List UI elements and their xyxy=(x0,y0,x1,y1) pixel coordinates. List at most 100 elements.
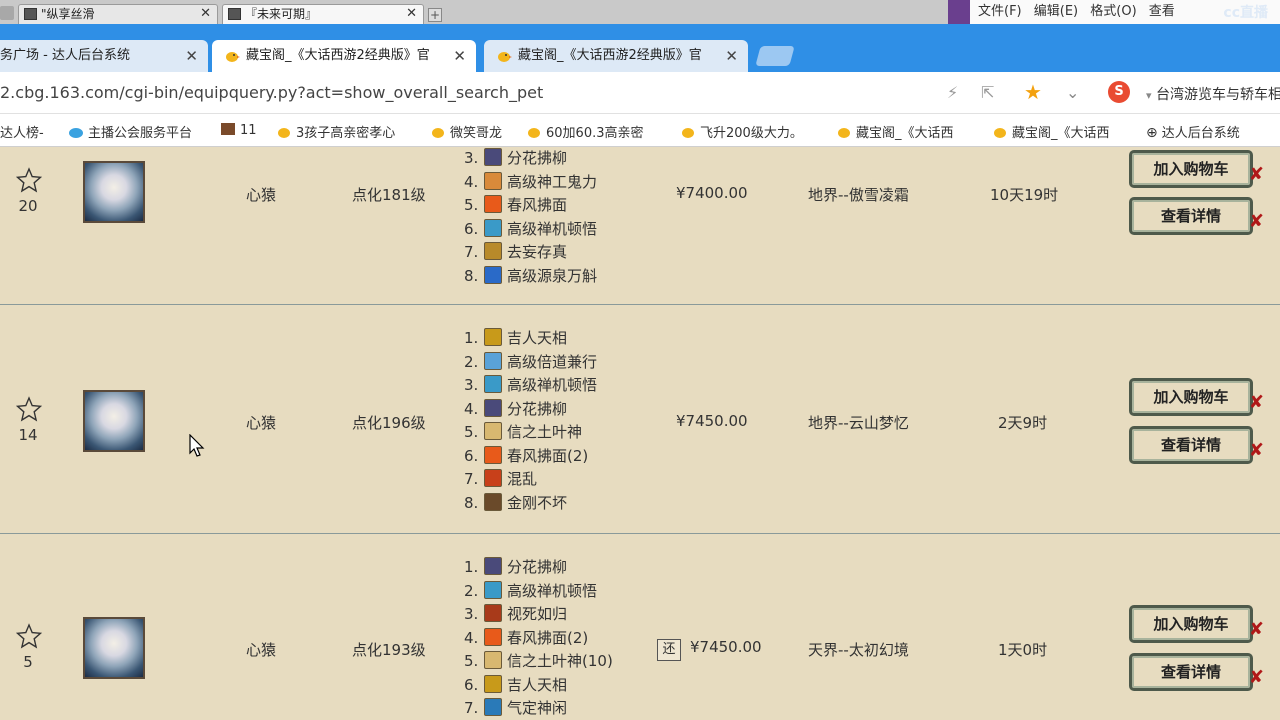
skill-num: 1. xyxy=(464,329,479,347)
bookmark-item[interactable]: 11 xyxy=(220,122,257,138)
skill-name: 分花拂柳 xyxy=(507,149,568,167)
skill-num: 3. xyxy=(464,605,479,623)
browser-tab-2[interactable]: 藏宝阁_《大话西游2经典版》官 ✕ xyxy=(212,40,476,72)
new-tab-plus-icon[interactable]: + xyxy=(428,8,442,22)
bookmark-label: 达人后台系统 xyxy=(1161,126,1240,141)
lightning-icon[interactable]: ⚡ xyxy=(947,83,958,102)
bookmark-item[interactable]: ⊕ 达人后台系统 xyxy=(1146,122,1240,141)
skill-icon xyxy=(484,674,502,693)
skill-item: 3. 视死如归 xyxy=(464,603,567,627)
side-bar-accent xyxy=(948,0,970,24)
window-menu-icon[interactable] xyxy=(0,6,14,20)
skill-num: 8. xyxy=(464,493,479,512)
menu-file[interactable]: 文件(F) xyxy=(978,0,1022,24)
bookmarks-bar: 达人榜- 主播公会服务平台 11 3孩子高亲密孝心 微笑哥龙 60加60.3高亲… xyxy=(0,114,1280,147)
close-icon: ✘ xyxy=(1248,619,1264,640)
chevron-down-icon[interactable]: ⌄ xyxy=(1066,83,1079,102)
share-icon[interactable]: ⇱ xyxy=(981,83,994,102)
table-row: 5 心猿 点化193级 1. 分花拂柳 2. 高级禅机顿悟 3. 视死如归 4. 春风拂… xyxy=(0,535,1280,720)
skill-item: 1. 吉人天相 xyxy=(464,327,567,351)
favorite-count: 14 xyxy=(18,426,38,444)
favorite-star-icon[interactable] xyxy=(16,167,42,193)
pet-name: 心猿 xyxy=(246,186,277,204)
pet-name: 心猿 xyxy=(246,641,277,659)
bookmark-item[interactable]: 主播公会服务平台 xyxy=(68,122,192,141)
search-box[interactable]: ▾ 台湾游览车与轿车相 xyxy=(1146,84,1280,104)
bookmark-label: 主播公会服务平台 xyxy=(88,126,193,141)
server: 地界--傲雪凌霜 xyxy=(808,186,909,204)
close-icon[interactable]: ✕ xyxy=(406,5,417,23)
os-tab-label: 『未来可期』 xyxy=(245,7,318,21)
skill-item: 6. 高级禅机顿悟 xyxy=(464,218,597,242)
pet-avatar[interactable] xyxy=(83,390,145,452)
pet-avatar[interactable] xyxy=(83,161,145,223)
skill-name: 信之土叶神 xyxy=(507,423,583,441)
pet-name: 心猿 xyxy=(246,414,277,432)
skill-icon xyxy=(484,171,502,190)
bookmark-star-icon[interactable]: ★ xyxy=(1024,80,1042,104)
add-to-cart-label: 加入购物车 xyxy=(1153,615,1229,633)
skill-num: 3. xyxy=(464,149,479,167)
add-to-cart-button[interactable]: 加入购物车 ✘ xyxy=(1129,378,1264,416)
menu-format[interactable]: 格式(O) xyxy=(1090,0,1136,24)
menu-view[interactable]: 查看 xyxy=(1149,0,1175,24)
os-tab-2[interactable]: 『未来可期』 ✕ xyxy=(222,4,424,24)
bookmark-item[interactable]: 60加60.3高亲密 xyxy=(526,122,644,141)
os-window-strip: "纵享丝滑 ✕ 『未来可期』 ✕ + 文件(F) 编辑(E) 格式(O) 查看 … xyxy=(0,0,1280,24)
skill-num: 4. xyxy=(464,628,479,647)
bookmark-label: 3孩子高亲密孝心 xyxy=(296,126,396,141)
bookmark-item[interactable]: 藏宝阁_《大话西 xyxy=(836,122,954,141)
search-engine-dropdown-icon[interactable]: ▾ xyxy=(1146,89,1152,102)
menu-edit[interactable]: 编辑(E) xyxy=(1034,0,1078,24)
close-icon[interactable]: ✕ xyxy=(453,40,466,72)
skill-icon xyxy=(484,604,502,622)
skill-num: 2. xyxy=(464,581,479,600)
tab-label: 藏宝阁_《大话西游2经典版》官 xyxy=(246,48,430,63)
table-row: 20 心猿 点化181级 3. 分花拂柳 4. 高级神工鬼力 5. 春风拂面 6. 高级… xyxy=(0,147,1280,305)
skill-num: 5. xyxy=(464,423,479,441)
server: 天界--太初幻境 xyxy=(808,641,909,659)
skill-item: 5. 春风拂面 xyxy=(464,194,567,218)
favorite-star-icon[interactable] xyxy=(16,623,42,649)
bookmark-item[interactable]: 藏宝阁_《大话西 xyxy=(992,122,1110,141)
skill-icon xyxy=(484,265,502,284)
close-icon: ✘ xyxy=(1248,440,1264,461)
add-to-cart-button[interactable]: 加入购物车 ✘ xyxy=(1129,605,1264,643)
skill-icon xyxy=(484,148,502,166)
view-detail-button[interactable]: 查看详情 ✘ xyxy=(1129,426,1264,464)
bookmark-item[interactable]: 飞升200级大力。 xyxy=(680,122,803,141)
price: ¥7450.00 xyxy=(676,412,748,430)
search-engine-icon[interactable]: S xyxy=(1108,81,1130,103)
bookmark-item[interactable]: 3孩子高亲密孝心 xyxy=(276,122,395,141)
skill-item: 1. 分花拂柳 xyxy=(464,556,567,580)
view-detail-label: 查看详情 xyxy=(1160,207,1221,225)
view-detail-button[interactable]: 查看详情 ✘ xyxy=(1129,653,1264,691)
close-icon[interactable]: ✕ xyxy=(725,40,738,72)
browser-tab-1[interactable]: 务广场 - 达人后台系统 ✕ xyxy=(0,40,208,72)
bookmark-item[interactable]: 微笑哥龙 xyxy=(430,122,502,141)
time-left: 2天9时 xyxy=(998,414,1048,432)
os-tab-1[interactable]: "纵享丝滑 ✕ xyxy=(18,4,218,24)
skill-name: 高级禅机顿悟 xyxy=(507,581,598,600)
skill-num: 6. xyxy=(464,675,479,694)
close-icon[interactable]: ✕ xyxy=(185,40,198,72)
skill-num: 3. xyxy=(464,376,479,394)
add-to-cart-button[interactable]: 加入购物车 ✘ xyxy=(1129,150,1264,188)
favorite-star-icon[interactable] xyxy=(16,396,42,422)
pet-avatar[interactable] xyxy=(83,617,145,679)
browser-tab-3[interactable]: 藏宝阁_《大话西游2经典版》官 ✕ xyxy=(484,40,748,72)
bookmark-label: 藏宝阁_《大话西 xyxy=(1012,126,1110,141)
browser-tab-bar: 务广场 - 达人后台系统 ✕ 藏宝阁_《大话西游2经典版》官 ✕ 藏宝阁_《大话… xyxy=(0,24,1280,72)
close-icon[interactable]: ✕ xyxy=(200,5,211,23)
bargain-badge: 还 xyxy=(657,639,681,661)
view-detail-button[interactable]: 查看详情 ✘ xyxy=(1129,197,1264,235)
url-input[interactable]: 2.cbg.163.com/cgi-bin/equipquery.py?act=… xyxy=(0,83,543,102)
add-to-cart-label: 加入购物车 xyxy=(1153,160,1229,178)
skill-item: 2. 高级禅机顿悟 xyxy=(464,580,597,604)
bookmark-item[interactable]: 达人榜- xyxy=(0,122,44,141)
new-tab-button[interactable] xyxy=(755,46,795,66)
time-left: 10天19时 xyxy=(990,186,1059,204)
skill-num: 5. xyxy=(464,196,479,214)
skill-name: 春风拂面(2) xyxy=(507,446,589,465)
skill-name: 春风拂面 xyxy=(507,196,568,214)
